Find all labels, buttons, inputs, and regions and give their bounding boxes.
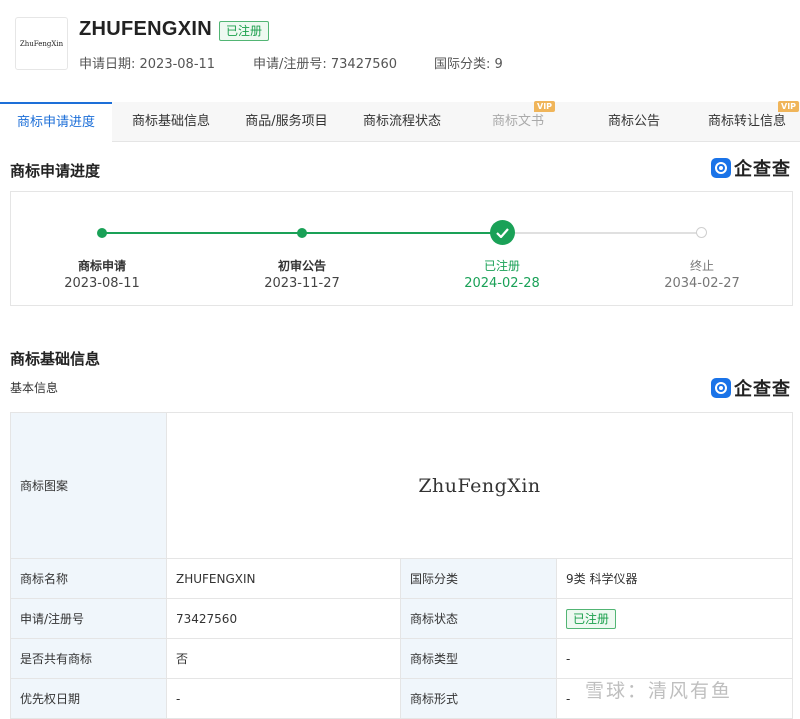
apply-date: 申请日期: 2023-08-11 (79, 57, 216, 72)
tab-label: 商标流程状态 (362, 114, 441, 129)
tab-application-progress[interactable]: 商标申请进度 (0, 102, 112, 142)
cell-label: 国际分类 (400, 558, 557, 599)
tab-bar: 商标申请进度 商标基础信息 商品/服务项目 商标流程状态 商标文书 VIP 商标公… (0, 101, 800, 142)
tab-label: 商标基础信息 (131, 114, 210, 129)
tab-transfer-info[interactable]: 商标转让信息 VIP (694, 101, 800, 142)
trademark-image-text: ZhuFengXin (418, 474, 541, 497)
tab-label: 商标公告 (607, 114, 660, 129)
progress-timeline: 商标申请 2023-08-11 初审公告 2023-11-27 已注册 2024… (10, 191, 793, 306)
cell-value: ZHUFENGXIN (166, 558, 401, 599)
step-date: 2034-02-27 (664, 276, 740, 291)
tab-announcements[interactable]: 商标公告 (578, 102, 690, 142)
cell-label: 商标形式 (400, 678, 557, 719)
tab-basic-info[interactable]: 商标基础信息 (116, 102, 226, 142)
trademark-header: ZhuFengXin ZHUFENGXIN 已注册 申请日期: 2023-08-… (0, 0, 800, 100)
registration-number: 申请/注册号: 73427560 (253, 57, 398, 72)
cell-label: 商标状态 (400, 598, 557, 639)
cell-label: 优先权日期 (10, 678, 167, 719)
logo-text: ZhuFengXin (19, 39, 64, 48)
cell-value: 否 (166, 638, 401, 679)
status-badge: 已注册 (566, 608, 617, 629)
basic-section-title: 商标基础信息 (10, 350, 101, 368)
cell-label: 是否共有商标 (10, 638, 167, 679)
table-row: 商标图案 ZhuFengXin (10, 412, 793, 559)
trademark-image: ZhuFengXin (166, 412, 793, 559)
qichacha-logo: 企查查 (711, 157, 791, 180)
step-name: 初审公告 (277, 259, 326, 273)
international-class: 国际分类: 9 (434, 57, 503, 72)
cell-label: 申请/注册号 (10, 598, 167, 639)
progress-section-title: 商标申请进度 (10, 162, 101, 180)
basic-subtitle: 基本信息 (10, 381, 59, 395)
step-name: 终止 (689, 259, 714, 273)
tab-process-status[interactable]: 商标流程状态 (346, 102, 458, 142)
qichacha-text: 企查查 (734, 159, 791, 180)
tab-label: 商品/服务项目 (245, 114, 328, 129)
qichacha-icon (711, 158, 731, 178)
step-name: 已注册 (483, 259, 520, 273)
tab-label: 商标申请进度 (16, 115, 95, 130)
step-dot (97, 228, 107, 238)
basic-info-table: 商标图案 ZhuFengXin 商标名称 ZHUFENGXIN 国际分类 9类 … (10, 412, 793, 719)
step-name: 商标申请 (77, 259, 126, 273)
step-dot (297, 228, 307, 238)
qichacha-text: 企查查 (734, 379, 791, 400)
tab-label: 商标文书 (491, 114, 544, 129)
cell-value: - (166, 678, 401, 719)
cell-value: 已注册 (556, 598, 793, 639)
cell-value: - (556, 638, 793, 679)
step-date: 2023-11-27 (264, 276, 340, 291)
vip-badge: VIP (534, 101, 556, 112)
tab-goods-services[interactable]: 商品/服务项目 (231, 102, 342, 142)
watermark: 雪球：清风有鱼 (585, 680, 733, 702)
cell-label: 商标类型 (400, 638, 557, 679)
table-row: 申请/注册号 73427560 商标状态 已注册 (10, 598, 793, 639)
table-row: 是否共有商标 否 商标类型 - (10, 638, 793, 679)
image-label: 商标图案 (10, 412, 167, 559)
qichacha-logo: 企查查 (711, 377, 791, 400)
step-date: 2024-02-28 (464, 276, 540, 291)
cell-value: 73427560 (166, 598, 401, 639)
status-badge: 已注册 (219, 21, 270, 41)
step-dot-pending (696, 227, 707, 238)
progress-line-pending (502, 232, 702, 234)
trademark-name: ZHUFENGXIN (79, 18, 212, 40)
step-date: 2023-08-11 (64, 276, 140, 291)
tab-label: 商标转让信息 (707, 114, 786, 129)
tab-documents[interactable]: 商标文书 VIP (462, 101, 574, 142)
table-row: 商标名称 ZHUFENGXIN 国际分类 9类 科学仪器 (10, 558, 793, 599)
vip-badge: VIP (778, 101, 800, 112)
trademark-logo: ZhuFengXin (15, 17, 68, 70)
cell-label: 商标名称 (10, 558, 167, 599)
cell-value: 9类 科学仪器 (556, 558, 793, 599)
qichacha-icon (711, 378, 731, 398)
check-icon (490, 220, 515, 245)
